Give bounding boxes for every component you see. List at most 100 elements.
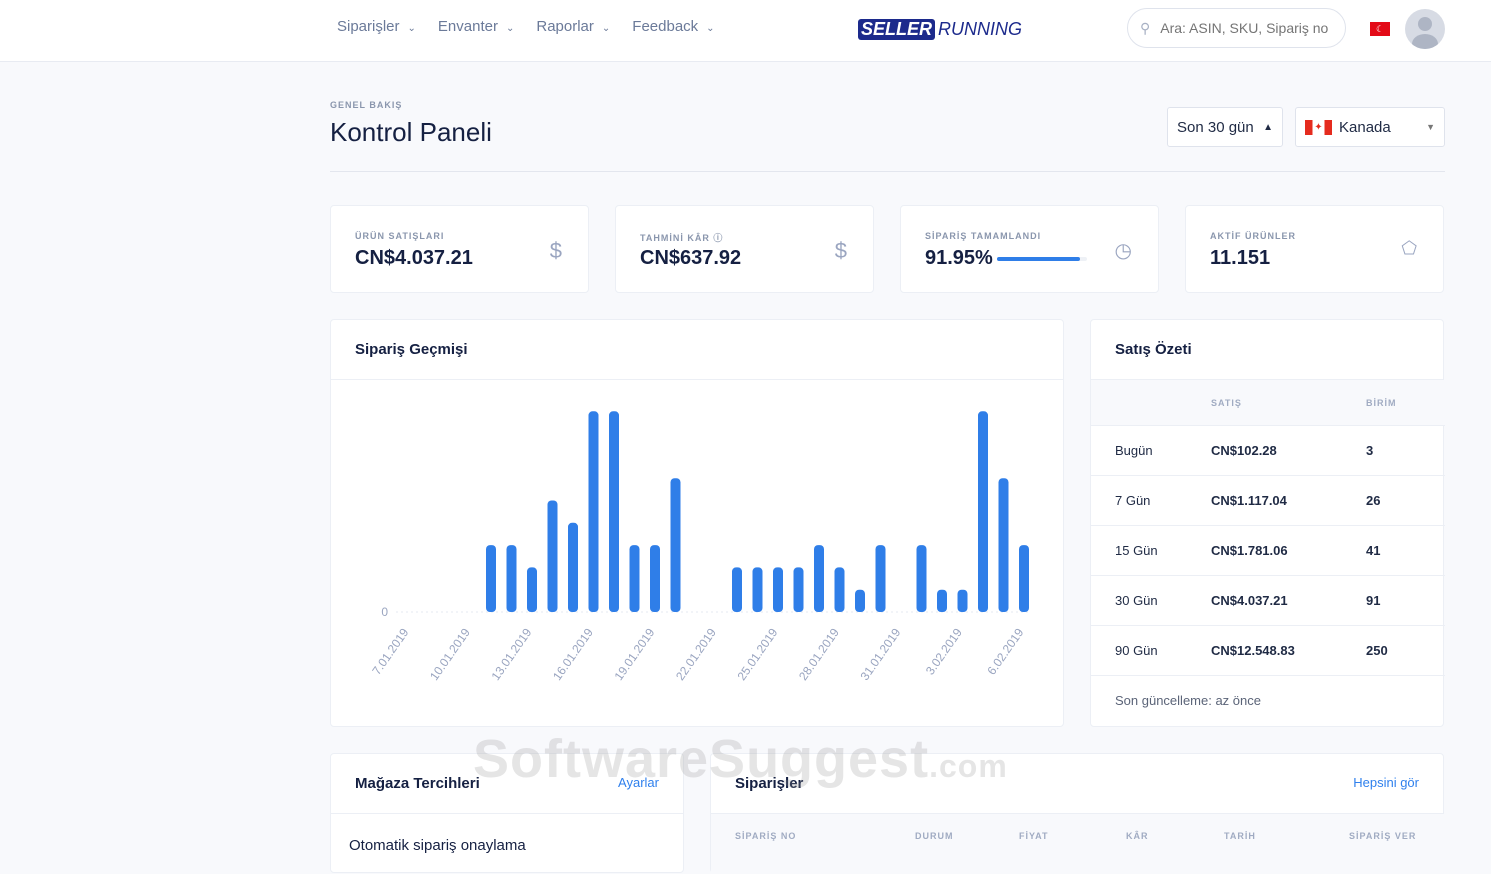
row-label: 90 Gün: [1115, 643, 1158, 658]
stat-value: CN$4.037.21: [355, 247, 473, 269]
sales-summary-card: Satış Özeti SATIŞ BİRİM Bugün CN$102.28 3 7…: [1090, 319, 1445, 727]
last-updated: Son güncelleme: az önce: [1115, 693, 1261, 708]
row-label: 7 Gün: [1115, 493, 1151, 508]
stat-card-active-products: AKTİF ÜRÜNLER 11.151 ⬠: [1185, 205, 1444, 293]
bar: [629, 545, 640, 612]
x-tick-label: 3.02.2019: [923, 625, 965, 677]
main-nav: Siparişler ⌄ Envanter ⌄ Raporlar ⌄ Feedback…: [337, 18, 715, 35]
bar: [752, 567, 763, 612]
logo[interactable]: SELLER RUNNING: [858, 19, 1022, 40]
caret-down-icon: ▼: [1426, 122, 1435, 132]
country-value: Kanada: [1339, 118, 1391, 136]
x-tick-label: 19.01.2019: [612, 625, 658, 682]
nav-siparisler[interactable]: Siparişler ⌄: [337, 18, 416, 35]
nav-label: Siparişler: [337, 18, 400, 35]
chevron-down-icon: ⌄: [706, 23, 715, 34]
col-profit: KÂR: [1126, 831, 1149, 841]
chevron-down-icon: ⌄: [505, 23, 515, 34]
x-tick-label: 25.01.2019: [735, 625, 781, 682]
bar: [793, 567, 804, 612]
order-history-chart: 0 7.01.2019 10.01.2019 13.01.2019 16.01.2019…: [369, 411, 1031, 683]
col-price: FİYAT: [1019, 831, 1049, 841]
page-title: Kontrol Paneli: [330, 117, 492, 147]
chevron-down-icon: ⌄: [601, 23, 611, 34]
nav-raporlar[interactable]: Raporlar ⌄: [536, 18, 610, 35]
stat-card-completed: SİPARİŞ TAMAMLANDI 91.95% ◷: [900, 205, 1159, 293]
col-place-order: SİPARİŞ VER: [1349, 831, 1417, 841]
bar: [916, 545, 927, 612]
col-order-no: SİPARİŞ NO: [735, 831, 797, 841]
stat-value: 91.95%: [925, 247, 993, 269]
summary-row: 15 Gün CN$1.781.06 41: [1091, 526, 1445, 576]
x-tick-label: 7.01.2019: [369, 625, 411, 677]
card-title: Mağaza Tercihleri: [355, 775, 480, 792]
divider: [330, 171, 1445, 172]
bar: [978, 411, 988, 612]
see-all-link[interactable]: Hepsini gör: [1353, 775, 1419, 792]
auto-confirm-label: Otomatik sipariş onaylama: [349, 837, 526, 854]
search-box[interactable]: ⚲: [1127, 8, 1346, 48]
x-tick-label: 6.02.2019: [984, 625, 1026, 677]
row-label: Bugün: [1115, 443, 1153, 458]
nav-envanter[interactable]: Envanter ⌄: [438, 18, 514, 35]
row-sales: CN$4.037.21: [1211, 593, 1288, 608]
col-date: TARİH: [1224, 831, 1256, 841]
row-units: 26: [1366, 493, 1381, 508]
summary-row: 30 Gün CN$4.037.21 91: [1091, 576, 1445, 626]
top-navbar: Siparişler ⌄ Envanter ⌄ Raporlar ⌄ Feedback…: [0, 0, 1491, 62]
bar: [1019, 545, 1029, 612]
bar: [609, 411, 619, 612]
period-value: Son 30 gün: [1177, 118, 1254, 136]
bar: [506, 545, 517, 612]
row-units: 3: [1366, 443, 1374, 458]
breadcrumb: GENEL BAKIŞ: [330, 100, 403, 110]
row-label: 15 Gün: [1115, 543, 1158, 558]
bar: [732, 567, 742, 612]
order-history-card: Sipariş Geçmişi 0 7.01.2019 10.01.2019 13.0…: [330, 319, 1064, 727]
search-input[interactable]: [1160, 20, 1331, 36]
x-tick-label: 16.01.2019: [550, 625, 596, 682]
bar: [875, 545, 886, 612]
col-sales: SATIŞ: [1211, 398, 1242, 408]
bar: [568, 522, 578, 612]
avatar[interactable]: [1405, 9, 1445, 49]
bar: [855, 589, 865, 612]
turkey-flag-icon[interactable]: ☾: [1370, 22, 1390, 36]
nav-feedback[interactable]: Feedback ⌄: [632, 18, 714, 35]
country-select[interactable]: ✦ Kanada ▼: [1295, 107, 1445, 147]
clock-icon: ◷: [1114, 240, 1132, 262]
chevron-down-icon: ⌄: [407, 23, 416, 34]
bar: [834, 567, 845, 612]
row-sales: CN$102.28: [1211, 443, 1277, 458]
dollar-icon: $: [549, 238, 562, 263]
stat-label: AKTİF ÜRÜNLER: [1210, 231, 1296, 241]
logo-seller: SELLER: [858, 19, 936, 40]
stat-card-profit: TAHMİNİ KÂR ⓘ CN$637.92 $: [615, 205, 874, 293]
stat-value: CN$637.92: [640, 247, 742, 269]
y-tick-label: 0: [381, 605, 388, 619]
progress-fill: [997, 257, 1080, 261]
x-tick-label: 31.01.2019: [858, 625, 904, 682]
card-title: Satış Özeti: [1115, 341, 1192, 358]
nav-label: Feedback: [632, 18, 699, 35]
canada-flag-icon: ✦: [1305, 119, 1332, 135]
col-status: DURUM: [915, 831, 954, 841]
row-sales: CN$12.548.83: [1211, 643, 1295, 658]
bar: [670, 478, 681, 612]
bar: [650, 545, 660, 612]
row-units: 250: [1366, 643, 1388, 658]
stat-card-sales: ÜRÜN SATIŞLARI CN$4.037.21 $: [330, 205, 589, 293]
bar: [773, 567, 783, 612]
stat-label: ÜRÜN SATIŞLARI: [355, 231, 445, 241]
summary-row: 7 Gün CN$1.117.04 26: [1091, 476, 1445, 526]
row-sales: CN$1.781.06: [1211, 543, 1288, 558]
nav-label: Raporlar: [536, 18, 594, 35]
bar: [998, 478, 1009, 612]
x-tick-label: 22.01.2019: [673, 625, 719, 682]
bar: [527, 567, 537, 612]
bar: [814, 545, 824, 612]
search-icon: ⚲: [1140, 19, 1151, 36]
summary-row: 90 Gün CN$12.548.83 250: [1091, 626, 1445, 676]
period-select[interactable]: Son 30 gün ▲: [1167, 107, 1283, 147]
summary-header: SATIŞ BİRİM: [1091, 380, 1445, 426]
